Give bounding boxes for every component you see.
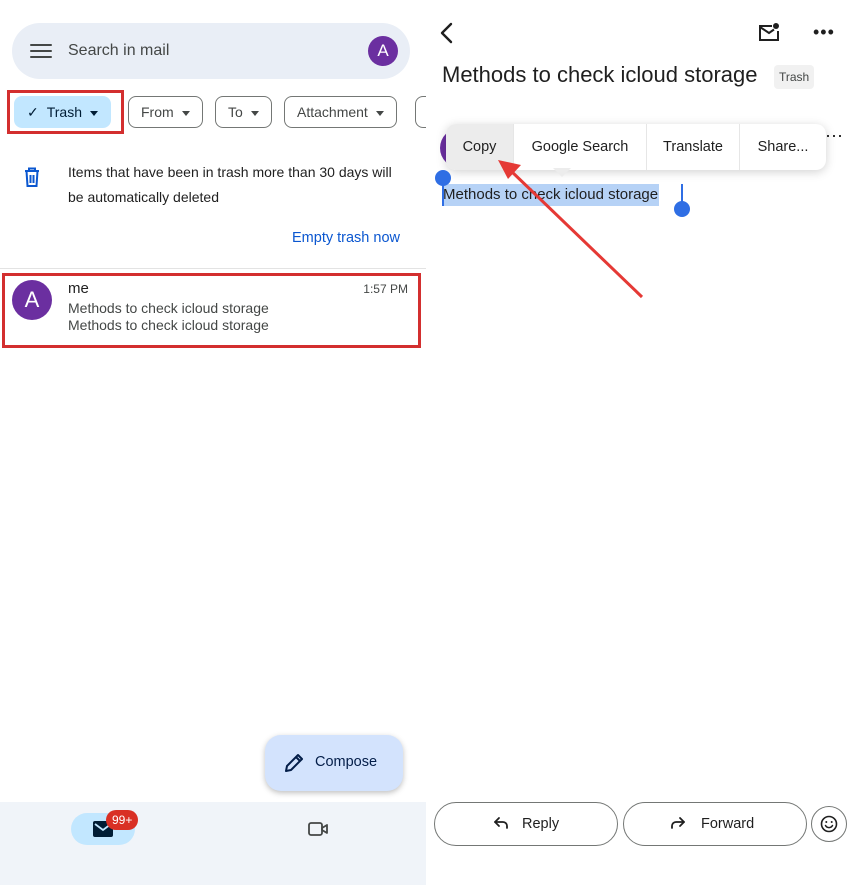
chip-to-label: To xyxy=(228,104,243,120)
account-avatar[interactable]: A xyxy=(368,36,398,66)
highlight-box-trash-chip xyxy=(7,90,124,134)
trash-icon xyxy=(25,167,39,187)
inbox-panel: Search in mail A ✓ Trash From To Attachme… xyxy=(0,0,426,885)
video-icon[interactable] xyxy=(308,820,328,838)
forward-label: Forward xyxy=(701,816,755,832)
emoji-reaction-button[interactable] xyxy=(811,806,847,842)
chevron-down-icon xyxy=(375,110,384,116)
chevron-down-icon xyxy=(181,110,190,116)
chip-attachment[interactable]: Attachment xyxy=(284,96,397,128)
reply-label: Reply xyxy=(522,816,560,832)
chevron-down-icon xyxy=(250,110,259,116)
chip-to[interactable]: To xyxy=(215,96,272,128)
divider xyxy=(0,268,426,269)
forward-icon xyxy=(671,817,685,829)
highlight-box-mail-row xyxy=(2,273,421,348)
trash-notice-text: Items that have been in trash more than … xyxy=(68,164,392,205)
chip-from[interactable]: From xyxy=(128,96,203,128)
chip-more[interactable] xyxy=(415,96,426,128)
reply-icon xyxy=(494,817,508,829)
mail-actions: Reply Forward xyxy=(430,800,850,848)
emoji-icon xyxy=(820,815,838,833)
search-input[interactable]: Search in mail xyxy=(68,42,169,60)
bottom-nav: 99+ xyxy=(0,802,426,885)
mail-unread-badge: 99+ xyxy=(106,810,139,830)
forward-button[interactable]: Forward xyxy=(623,802,807,846)
pencil-icon xyxy=(285,754,303,772)
reply-button[interactable]: Reply xyxy=(434,802,618,846)
empty-trash-button[interactable]: Empty trash now xyxy=(292,230,400,246)
annotation-arrow xyxy=(498,160,644,299)
search-bar[interactable]: Search in mail A xyxy=(12,23,410,79)
mail-detail-panel: ••• Methods to check icloud storage Tras… xyxy=(430,0,850,885)
menu-icon[interactable] xyxy=(30,41,52,61)
chip-attachment-label: Attachment xyxy=(297,104,368,120)
chip-from-label: From xyxy=(141,104,174,120)
compose-label: Compose xyxy=(315,754,378,770)
compose-button[interactable]: Compose xyxy=(265,735,403,791)
